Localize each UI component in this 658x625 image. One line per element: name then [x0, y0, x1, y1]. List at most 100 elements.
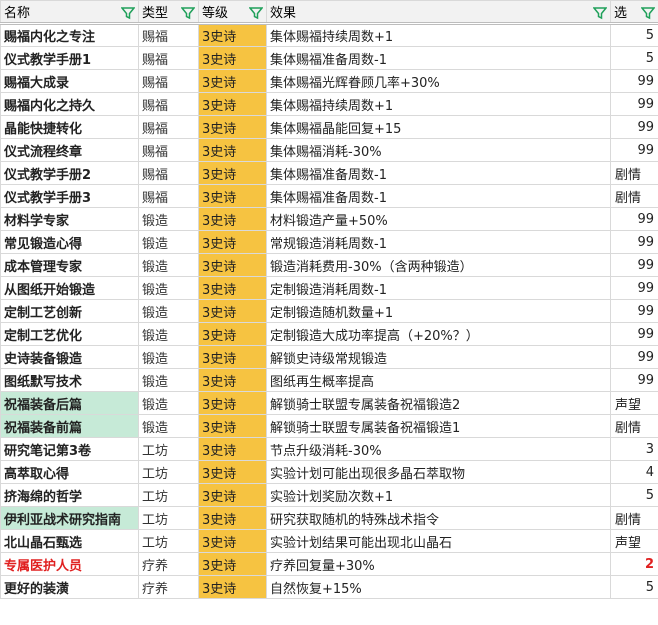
cell-grade[interactable]: 3史诗 [198, 46, 267, 70]
cell-select[interactable]: 99 [610, 230, 658, 254]
cell-name[interactable]: 材料学专家 [0, 207, 139, 231]
cell-effect[interactable]: 解锁骑士联盟专属装备祝福锻造2 [266, 391, 611, 415]
cell-type[interactable]: 锻造 [138, 345, 199, 369]
cell-name[interactable]: 晶能快捷转化 [0, 115, 139, 139]
cell-grade[interactable]: 3史诗 [198, 529, 267, 553]
cell-grade[interactable]: 3史诗 [198, 115, 267, 139]
table-row[interactable]: 专属医护人员 疗养 3史诗 疗养回复量+30% 2 [0, 552, 658, 576]
cell-grade[interactable]: 3史诗 [198, 483, 267, 507]
cell-grade[interactable]: 3史诗 [198, 552, 267, 576]
cell-grade[interactable]: 3史诗 [198, 253, 267, 277]
table-row[interactable]: 挤海绵的哲学 工坊 3史诗 实验计划奖励次数+1 5 [0, 483, 658, 507]
cell-select[interactable]: 声望 [610, 529, 658, 553]
cell-type[interactable]: 锻造 [138, 276, 199, 300]
cell-select[interactable]: 2 [610, 552, 658, 576]
cell-name[interactable]: 从图纸开始锻造 [0, 276, 139, 300]
cell-name[interactable]: 祝福装备前篇 [0, 414, 139, 438]
cell-effect[interactable]: 锻造消耗费用-30%（含两种锻造） [266, 253, 611, 277]
cell-name[interactable]: 成本管理专家 [0, 253, 139, 277]
table-row[interactable]: 仪式流程终章 赐福 3史诗 集体赐福消耗-30% 99 [0, 138, 658, 162]
cell-select[interactable]: 99 [610, 115, 658, 139]
cell-effect[interactable]: 研究获取随机的特殊战术指令 [266, 506, 611, 530]
cell-name[interactable]: 图纸默写技术 [0, 368, 139, 392]
cell-select[interactable]: 4 [610, 460, 658, 484]
cell-select[interactable]: 99 [610, 322, 658, 346]
cell-name[interactable]: 仪式教学手册1 [0, 46, 139, 70]
cell-effect[interactable]: 定制锻造随机数量+1 [266, 299, 611, 323]
cell-effect[interactable]: 自然恢复+15% [266, 575, 611, 599]
cell-type[interactable]: 赐福 [138, 115, 199, 139]
cell-type[interactable]: 锻造 [138, 322, 199, 346]
cell-name[interactable]: 仪式流程终章 [0, 138, 139, 162]
cell-grade[interactable]: 3史诗 [198, 299, 267, 323]
cell-effect[interactable]: 集体赐福晶能回复+15 [266, 115, 611, 139]
cell-select[interactable]: 99 [610, 253, 658, 277]
cell-name[interactable]: 赐福大成录 [0, 69, 139, 93]
filter-icon[interactable] [249, 6, 263, 20]
cell-effect[interactable]: 集体赐福持续周数+1 [266, 92, 611, 116]
table-row[interactable]: 仪式教学手册2 赐福 3史诗 集体赐福准备周数-1 剧情 [0, 161, 658, 185]
table-row[interactable]: 从图纸开始锻造 锻造 3史诗 定制锻造消耗周数-1 99 [0, 276, 658, 300]
cell-grade[interactable]: 3史诗 [198, 575, 267, 599]
cell-select[interactable]: 99 [610, 276, 658, 300]
cell-type[interactable]: 锻造 [138, 368, 199, 392]
cell-grade[interactable]: 3史诗 [198, 184, 267, 208]
cell-type[interactable]: 赐福 [138, 184, 199, 208]
table-row[interactable]: 仪式教学手册3 赐福 3史诗 集体赐福准备周数-1 剧情 [0, 184, 658, 208]
cell-select[interactable]: 99 [610, 368, 658, 392]
cell-effect[interactable]: 集体赐福准备周数-1 [266, 184, 611, 208]
cell-name[interactable]: 高萃取心得 [0, 460, 139, 484]
cell-name[interactable]: 仪式教学手册2 [0, 161, 139, 185]
cell-type[interactable]: 锻造 [138, 414, 199, 438]
cell-type[interactable]: 疗养 [138, 575, 199, 599]
cell-grade[interactable]: 3史诗 [198, 322, 267, 346]
cell-grade[interactable]: 3史诗 [198, 345, 267, 369]
table-row[interactable]: 祝福装备后篇 锻造 3史诗 解锁骑士联盟专属装备祝福锻造2 声望 [0, 391, 658, 415]
filter-icon[interactable] [121, 6, 135, 20]
filter-icon[interactable] [641, 6, 655, 20]
cell-effect[interactable]: 实验计划可能出现很多晶石萃取物 [266, 460, 611, 484]
cell-select[interactable]: 5 [610, 46, 658, 70]
cell-name[interactable]: 赐福内化之持久 [0, 92, 139, 116]
cell-type[interactable]: 工坊 [138, 437, 199, 461]
cell-grade[interactable]: 3史诗 [198, 23, 267, 47]
cell-select[interactable]: 99 [610, 92, 658, 116]
cell-type[interactable]: 锻造 [138, 230, 199, 254]
filter-icon[interactable] [593, 6, 607, 20]
cell-effect[interactable]: 集体赐福消耗-30% [266, 138, 611, 162]
cell-select[interactable]: 剧情 [610, 161, 658, 185]
cell-type[interactable]: 锻造 [138, 207, 199, 231]
cell-name[interactable]: 挤海绵的哲学 [0, 483, 139, 507]
cell-select[interactable]: 5 [610, 575, 658, 599]
cell-type[interactable]: 赐福 [138, 46, 199, 70]
table-row[interactable]: 史诗装备锻造 锻造 3史诗 解锁史诗级常规锻造 99 [0, 345, 658, 369]
table-row[interactable]: 图纸默写技术 锻造 3史诗 图纸再生概率提高 99 [0, 368, 658, 392]
cell-grade[interactable]: 3史诗 [198, 506, 267, 530]
table-row[interactable]: 伊利亚战术研究指南 工坊 3史诗 研究获取随机的特殊战术指令 剧情 [0, 506, 658, 530]
cell-select[interactable]: 剧情 [610, 506, 658, 530]
cell-effect[interactable]: 集体赐福光辉眷顾几率+30% [266, 69, 611, 93]
cell-effect[interactable]: 解锁骑士联盟专属装备祝福锻造1 [266, 414, 611, 438]
cell-name[interactable]: 定制工艺创新 [0, 299, 139, 323]
cell-effect[interactable]: 集体赐福准备周数-1 [266, 161, 611, 185]
cell-select[interactable]: 3 [610, 437, 658, 461]
cell-grade[interactable]: 3史诗 [198, 92, 267, 116]
cell-name[interactable]: 史诗装备锻造 [0, 345, 139, 369]
table-row[interactable]: 仪式教学手册1 赐福 3史诗 集体赐福准备周数-1 5 [0, 46, 658, 70]
cell-grade[interactable]: 3史诗 [198, 437, 267, 461]
cell-grade[interactable]: 3史诗 [198, 368, 267, 392]
table-row[interactable]: 高萃取心得 工坊 3史诗 实验计划可能出现很多晶石萃取物 4 [0, 460, 658, 484]
cell-select[interactable]: 5 [610, 483, 658, 507]
cell-name[interactable]: 定制工艺优化 [0, 322, 139, 346]
cell-name[interactable]: 专属医护人员 [0, 552, 139, 576]
cell-effect[interactable]: 集体赐福准备周数-1 [266, 46, 611, 70]
cell-effect[interactable]: 实验计划结果可能出现北山晶石 [266, 529, 611, 553]
cell-type[interactable]: 赐福 [138, 138, 199, 162]
cell-grade[interactable]: 3史诗 [198, 207, 267, 231]
cell-grade[interactable]: 3史诗 [198, 161, 267, 185]
table-row[interactable]: 常见锻造心得 锻造 3史诗 常规锻造消耗周数-1 99 [0, 230, 658, 254]
cell-grade[interactable]: 3史诗 [198, 138, 267, 162]
cell-name[interactable]: 仪式教学手册3 [0, 184, 139, 208]
table-row[interactable]: 赐福内化之专注 赐福 3史诗 集体赐福持续周数+1 5 [0, 23, 658, 47]
table-row[interactable]: 赐福大成录 赐福 3史诗 集体赐福光辉眷顾几率+30% 99 [0, 69, 658, 93]
